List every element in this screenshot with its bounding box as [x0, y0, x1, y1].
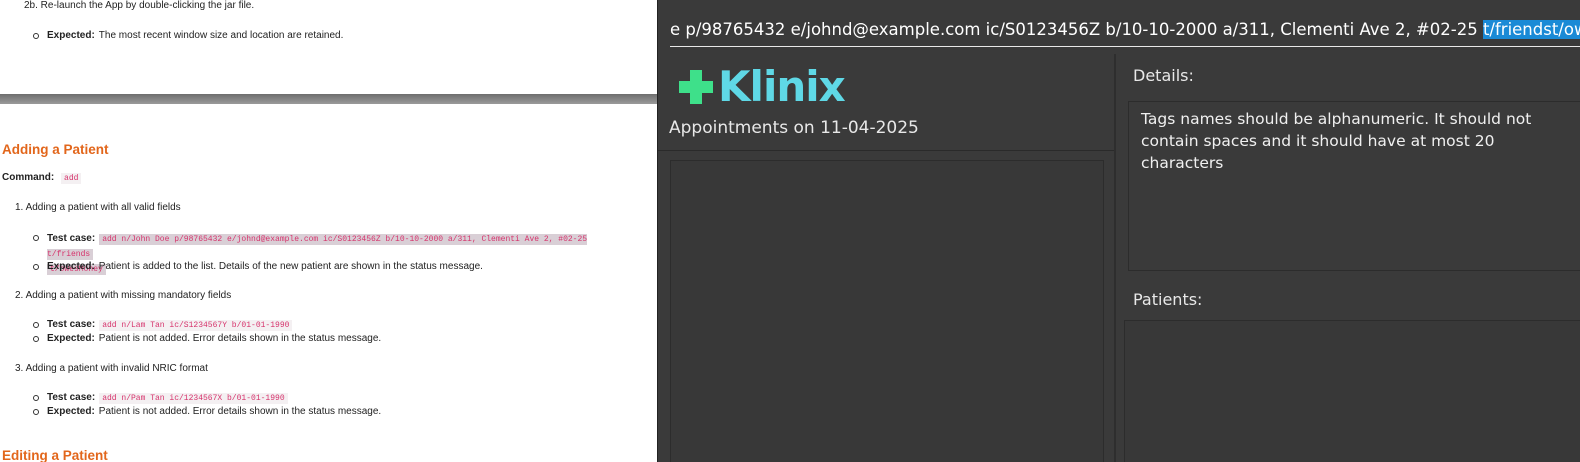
section-divider [0, 94, 657, 104]
item-title-1: 1. Adding a patient with all valid field… [15, 202, 181, 213]
test-case-code-3: add n/Pam Tan ic/1234567X b/01-01-1990 [99, 393, 288, 404]
logo-text: Klinix [718, 62, 846, 111]
appointments-pane: Klinix Appointments on 11-04-2025 [658, 54, 1114, 462]
bullet-icon [33, 33, 39, 39]
command-code: add [61, 173, 82, 184]
item-title-2: 2. Adding a patient with missing mandato… [15, 290, 232, 301]
item-title-3: 3. Adding a patient with invalid NRIC fo… [15, 363, 208, 374]
test-case-code-2: add n/Lam Tan ic/S1234567Y b/01-01-1990 [99, 320, 293, 331]
expected-label: Expected: [47, 30, 95, 41]
bullet-icon [33, 336, 39, 342]
klinix-app-window: e p/98765432 e/johnd@example.com ic/S012… [657, 0, 1580, 462]
test-case-item-2: Test case: add n/Lam Tan ic/S1234567Y b/0… [33, 319, 293, 331]
expected-text-1: Patient is added to the list. Details of… [98, 261, 483, 272]
patients-label: Patients: [1133, 290, 1203, 309]
bullet-icon [33, 409, 39, 415]
bullet-icon [33, 322, 39, 328]
bullet-icon [33, 264, 39, 270]
command-label: Command: [2, 172, 55, 183]
expected-item-2: Expected: Patient is not added. Error det… [33, 333, 381, 344]
command-line: Command: add [2, 172, 82, 184]
expected-item-1: Expected: Patient is added to the list. D… [33, 261, 483, 272]
patients-list[interactable] [1124, 320, 1580, 462]
expected-label: Expected: [47, 261, 95, 272]
appointments-title: Appointments on 11-04-2025 [669, 118, 919, 138]
relaunch-expected-text: The most recent window size and location… [98, 30, 344, 41]
bullet-icon [33, 395, 39, 401]
expected-text-3: Patient is not added. Error details show… [98, 406, 382, 417]
user-guide-document: 2b. Re-launch the App by double-clicking… [0, 0, 657, 462]
details-label: Details: [1133, 66, 1194, 85]
appointments-divider [658, 150, 1114, 151]
klinix-logo: Klinix [678, 62, 846, 111]
command-input-selection: t/friendst/owesMoney [1482, 20, 1580, 39]
medical-cross-icon [679, 70, 713, 104]
command-input[interactable]: e p/98765432 e/johnd@example.com ic/S012… [670, 12, 1580, 47]
relaunch-expected-item: Expected: The most recent window size and… [33, 30, 343, 41]
details-output[interactable]: Tags names should be alphanumeric. It sh… [1128, 101, 1580, 271]
test-case-label: Test case: [47, 233, 96, 244]
pane-divider[interactable] [1114, 54, 1116, 462]
appointments-list[interactable] [670, 160, 1104, 462]
section-title: Adding a Patient [2, 142, 109, 157]
test-case-item-3: Test case: add n/Pam Tan ic/1234567X b/01… [33, 392, 288, 404]
test-case-label: Test case: [47, 392, 96, 403]
relaunch-step: 2b. Re-launch the App by double-clicking… [24, 0, 255, 11]
test-case-label: Test case: [47, 319, 96, 330]
test-case-code-1a: add n/John Doe p/98765432 e/johnd@exampl… [47, 234, 588, 260]
expected-item-3: Expected: Patient is not added. Error det… [33, 406, 381, 417]
expected-text-2: Patient is not added. Error details show… [98, 333, 382, 344]
expected-label: Expected: [47, 333, 95, 344]
next-section-title: Editing a Patient [2, 448, 108, 462]
expected-label: Expected: [47, 406, 95, 417]
bullet-icon [33, 235, 39, 241]
command-input-text: e p/98765432 e/johnd@example.com ic/S012… [670, 20, 1483, 39]
